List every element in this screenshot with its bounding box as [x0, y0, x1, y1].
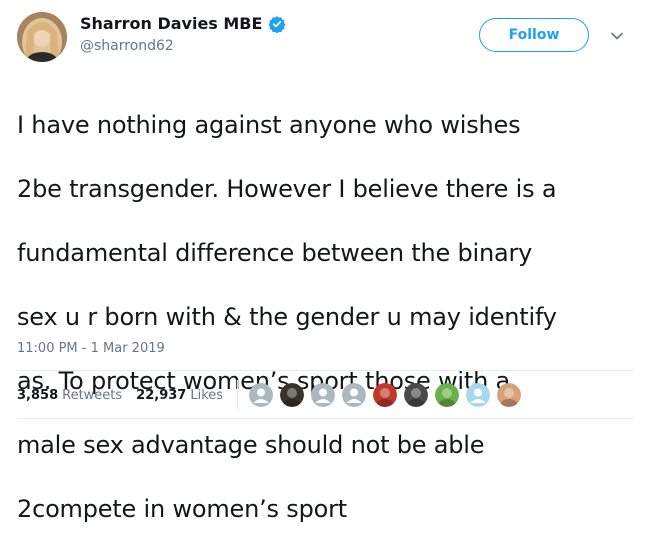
retweets-label: Retweets [62, 388, 123, 403]
liker-default-avatar[interactable] [311, 383, 335, 407]
tweet-text-line: sex u r born with & the gender u may ide… [17, 303, 557, 331]
divider [17, 418, 633, 419]
divider [17, 370, 633, 371]
author-handle[interactable]: @sharrond62 [80, 38, 174, 54]
liker-avatar[interactable] [373, 383, 397, 407]
stats-separator [237, 380, 238, 410]
likes-count: 22,937 [136, 388, 187, 403]
likers-list [249, 383, 528, 407]
tweet-text-line: fundamental difference between the binar… [17, 239, 533, 267]
liker-default-avatar[interactable] [466, 383, 490, 407]
liker-avatar[interactable] [280, 383, 304, 407]
author-avatar[interactable] [17, 12, 67, 62]
verified-badge-icon [268, 15, 286, 33]
liker-avatar[interactable] [435, 383, 459, 407]
tweet-text-line: 2be transgender. However I believe there… [17, 175, 557, 203]
tweet-text-line: 2compete in women’s sport [17, 495, 347, 523]
tweet-text-line: male sex advantage should not be able [17, 431, 485, 459]
likes-stat[interactable]: 22,937 Likes [136, 388, 223, 403]
liker-avatar[interactable] [497, 383, 521, 407]
author-display-name[interactable]: Sharron Davies MBE [80, 14, 262, 33]
retweets-stat[interactable]: 3,858 Retweets [17, 388, 122, 403]
retweets-count: 3,858 [17, 388, 59, 403]
author-name-row[interactable]: Sharron Davies MBE [80, 14, 286, 33]
liker-avatar[interactable] [404, 383, 428, 407]
tweet-text: I have nothing against anyone who wishes… [17, 77, 637, 557]
chevron-down-icon[interactable] [610, 28, 624, 42]
tweet-text-line: I have nothing against anyone who wishes [17, 111, 521, 139]
likes-label: Likes [190, 388, 224, 403]
tweet-timestamp[interactable]: 11:00 PM - 1 Mar 2019 [17, 341, 165, 356]
follow-button[interactable]: Follow [479, 18, 589, 52]
tweet-stats: 3,858 Retweets 22,937 Likes [17, 388, 237, 403]
liker-default-avatar[interactable] [249, 383, 273, 407]
liker-default-avatar[interactable] [342, 383, 366, 407]
